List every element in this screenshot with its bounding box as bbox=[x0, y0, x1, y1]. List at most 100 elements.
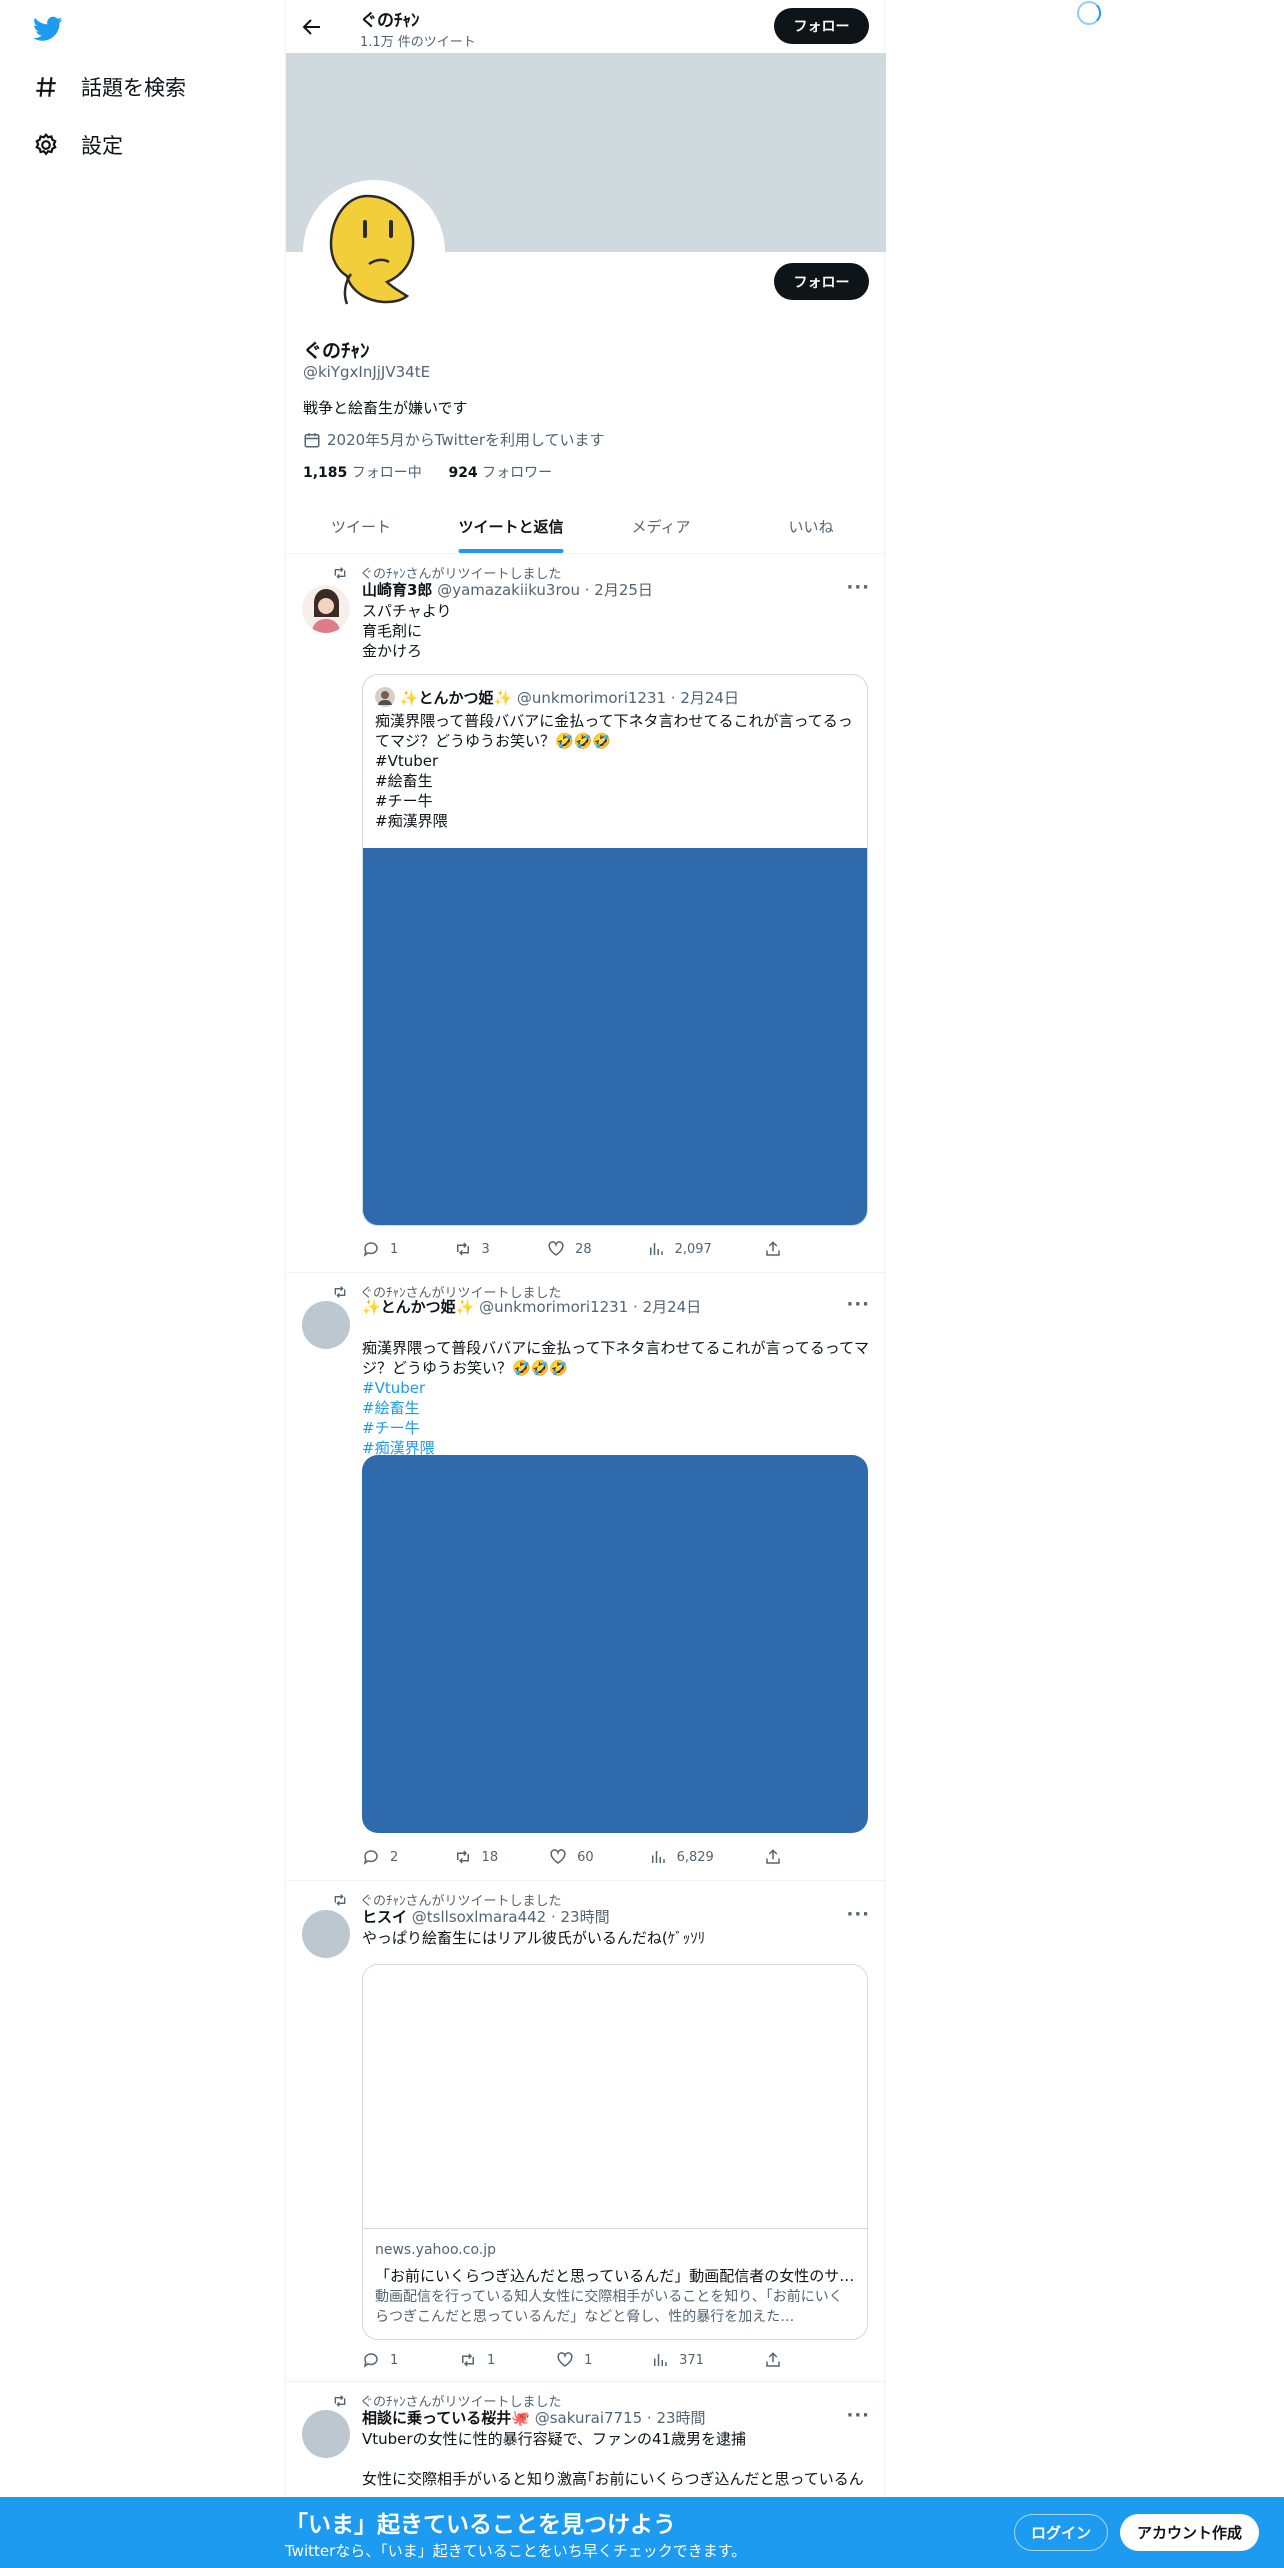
nav-explore[interactable]: 話題を検索 bbox=[33, 72, 186, 102]
create-account-button[interactable]: アカウント作成 bbox=[1120, 2514, 1259, 2551]
hashtag-icon bbox=[36, 77, 56, 97]
tweet-actions: 1 1 1 371 bbox=[362, 2350, 782, 2370]
tweet-handle-time[interactable]: @tsllsoxlmara442 · 23時間 bbox=[412, 1908, 610, 1926]
quoted-avatar-icon bbox=[375, 687, 395, 707]
tab-media[interactable]: メディア bbox=[586, 500, 736, 553]
quoted-tweet-header: ✨とんかつ姫✨ @unkmorimori1231 · 2月24日 bbox=[375, 687, 739, 708]
tweet[interactable]: ぐのﾁｬﾝさんがリツイートしました 山崎育3郎 @yamazakiiku3rou… bbox=[286, 555, 886, 1273]
tab-tweets[interactable]: ツイート bbox=[286, 500, 436, 553]
retweet-count: 3 bbox=[481, 1241, 490, 1257]
more-options-icon[interactable]: ··· bbox=[846, 1294, 870, 1315]
share-button[interactable] bbox=[764, 1239, 782, 1259]
tweet-media[interactable] bbox=[362, 1455, 868, 1833]
tweet-handle-time[interactable]: @unkmorimori1231 · 2月24日 bbox=[479, 1298, 701, 1316]
tweet-text: スパチャより 育毛剤に 金かけろ bbox=[362, 602, 452, 660]
quoted-media[interactable] bbox=[363, 848, 867, 1225]
profile-tabs: ツイート ツイートと返信 メディア いいね bbox=[286, 500, 886, 554]
tweet-body: 痴漢界隈って普段ババアに金払って下ネタ言わせてるこれが言ってるってマジ？どうゆう… bbox=[362, 1339, 870, 1377]
tweet-text: やっぱり絵畜生にはリアル彼氏がいるんだね(ｹﾞｯｿﾘ bbox=[362, 1929, 706, 1947]
more-options-icon[interactable]: ··· bbox=[846, 1904, 870, 1925]
gear-icon bbox=[35, 133, 57, 156]
followers-label: フォロワー bbox=[482, 465, 553, 481]
tweet-handle-time[interactable]: @yamazakiiku3rou · 2月25日 bbox=[437, 581, 653, 599]
reply-button[interactable]: 2 bbox=[362, 1847, 454, 1867]
followers-link[interactable]: 924 フォロワー bbox=[448, 465, 552, 481]
tab-likes[interactable]: いいね bbox=[736, 500, 886, 553]
like-count: 1 bbox=[584, 2352, 593, 2368]
back-arrow-icon[interactable] bbox=[300, 15, 324, 39]
analytics-icon bbox=[654, 2354, 667, 2366]
analytics-icon bbox=[651, 1851, 665, 1863]
tweet-author[interactable]: ヒスイ bbox=[362, 1908, 407, 1926]
profile-bio: 戦争と絵畜生が嫌いです bbox=[303, 399, 468, 417]
heart-icon bbox=[550, 1849, 566, 1864]
tab-tweets-and-replies[interactable]: ツイートと返信 bbox=[436, 500, 586, 553]
views-button[interactable]: 6,829 bbox=[649, 1847, 764, 1867]
quoted-text: 痴漢界隈って普段ババアに金払って下ネタ言わせてるこれが言ってるってマジ？どうゆう… bbox=[375, 712, 853, 830]
retweet-button[interactable]: 18 bbox=[454, 1847, 550, 1867]
link-card-description: 動画配信を行っている知人女性に交際相手がいることを知り、「お前にいくらつぎこんだ… bbox=[375, 2289, 843, 2325]
avatar[interactable] bbox=[302, 1910, 350, 1958]
tweet-text: 痴漢界隈って普段ババアに金払って下ネタ言わせてるこれが言ってるってマジ？どうゆう… bbox=[362, 1318, 872, 1458]
retweet-count: 1 bbox=[487, 2352, 496, 2368]
like-count: 60 bbox=[577, 1849, 594, 1865]
page: 話題を検索 設定 ぐのﾁｬﾝ 1.1万 件のツイート フォロー フォロー ぐのﾁ… bbox=[0, 0, 1284, 2568]
profile-avatar[interactable] bbox=[303, 180, 445, 322]
header-follow-button[interactable]: フォロー bbox=[774, 8, 869, 44]
more-options-icon[interactable]: ··· bbox=[846, 577, 870, 598]
hashtag-link[interactable]: #絵畜生 bbox=[362, 1399, 420, 1417]
tweet-author[interactable]: ✨とんかつ姫✨ bbox=[362, 1298, 474, 1316]
retweet-button[interactable]: 3 bbox=[454, 1239, 548, 1259]
hashtag-link[interactable]: #チー牛 bbox=[362, 1419, 420, 1437]
like-button[interactable]: 28 bbox=[547, 1239, 647, 1259]
quoted-author: ✨とんかつ姫✨ bbox=[399, 689, 513, 707]
loading-spinner-icon bbox=[1077, 1, 1101, 25]
quoted-tweet[interactable]: ✨とんかつ姫✨ @unkmorimori1231 · 2月24日 痴漢界隈って普… bbox=[362, 674, 868, 1226]
link-card[interactable]: news.yahoo.co.jp 「お前にいくらつぎ込んだと思っているんだ」動画… bbox=[362, 1964, 868, 2340]
views-button[interactable]: 371 bbox=[651, 2350, 764, 2370]
tweet-text: Vtuberの女性に性的暴行容疑で、ファンの41歳男を逮捕 女性に交際相手がいる… bbox=[362, 2430, 864, 2488]
reply-button[interactable]: 1 bbox=[362, 1239, 454, 1259]
following-link[interactable]: 1,185 フォロー中 bbox=[303, 465, 422, 481]
yellow-face-icon bbox=[307, 184, 441, 318]
profile-follow-button[interactable]: フォロー bbox=[774, 263, 869, 300]
tweet-header: 山崎育3郎 @yamazakiiku3rou · 2月25日 bbox=[362, 579, 653, 600]
views-button[interactable]: 2,097 bbox=[647, 1239, 764, 1259]
tweet-header: ヒスイ @tsllsoxlmara442 · 23時間 bbox=[362, 1906, 610, 1927]
view-count: 2,097 bbox=[674, 1241, 712, 1257]
header-tweet-count: 1.1万 件のツイート bbox=[360, 35, 476, 50]
tweet[interactable]: ぐのﾁｬﾝさんがリツイートしました ✨とんかつ姫✨ @unkmorimori12… bbox=[286, 1274, 886, 1881]
reply-button[interactable]: 1 bbox=[362, 2350, 459, 2370]
share-button[interactable] bbox=[764, 1847, 782, 1867]
share-button[interactable] bbox=[764, 2350, 782, 2370]
nav-settings[interactable]: 設定 bbox=[33, 130, 123, 160]
profile-handle: @kiYgxInJjJV34tE bbox=[303, 363, 431, 381]
link-card-domain: news.yahoo.co.jp bbox=[375, 2242, 496, 2258]
profile-follow-stats: 1,185 フォロー中 924 フォロワー bbox=[303, 462, 552, 482]
heart-icon bbox=[548, 1241, 564, 1256]
nav-settings-label: 設定 bbox=[81, 134, 123, 158]
more-options-icon[interactable]: ··· bbox=[846, 2405, 870, 2426]
tweet-actions: 1 3 28 2,097 bbox=[362, 1239, 782, 1259]
retweet-button[interactable]: 1 bbox=[459, 2350, 556, 2370]
tweet-handle-time[interactable]: @sakurai7715 · 23時間 bbox=[535, 2409, 706, 2427]
tweet[interactable]: ぐのﾁｬﾝさんがリツイートしました ヒスイ @tsllsoxlmara442 ·… bbox=[286, 1882, 886, 2382]
quoted-handle-time: @unkmorimori1231 · 2月24日 bbox=[516, 689, 739, 707]
twitter-logo-icon[interactable] bbox=[33, 14, 63, 44]
tweet-author[interactable]: 山崎育3郎 bbox=[362, 581, 432, 599]
tweet-author[interactable]: 相談に乗っている桜井🐙 bbox=[362, 2409, 530, 2427]
analytics-icon bbox=[649, 1243, 663, 1255]
avatar[interactable] bbox=[302, 2410, 350, 2458]
like-button[interactable]: 1 bbox=[556, 2350, 651, 2370]
avatar[interactable] bbox=[302, 585, 350, 633]
reply-count: 1 bbox=[390, 1241, 399, 1257]
following-count: 1,185 bbox=[303, 465, 348, 481]
hashtag-link[interactable]: #Vtuber bbox=[362, 1379, 425, 1397]
like-button[interactable]: 60 bbox=[549, 1847, 649, 1867]
reply-icon bbox=[363, 1242, 378, 1257]
retweet-icon bbox=[334, 2394, 346, 2407]
share-icon bbox=[766, 1849, 780, 1864]
login-button[interactable]: ログイン bbox=[1014, 2514, 1108, 2551]
avatar[interactable] bbox=[302, 1301, 350, 1349]
retweet-icon bbox=[334, 566, 346, 579]
